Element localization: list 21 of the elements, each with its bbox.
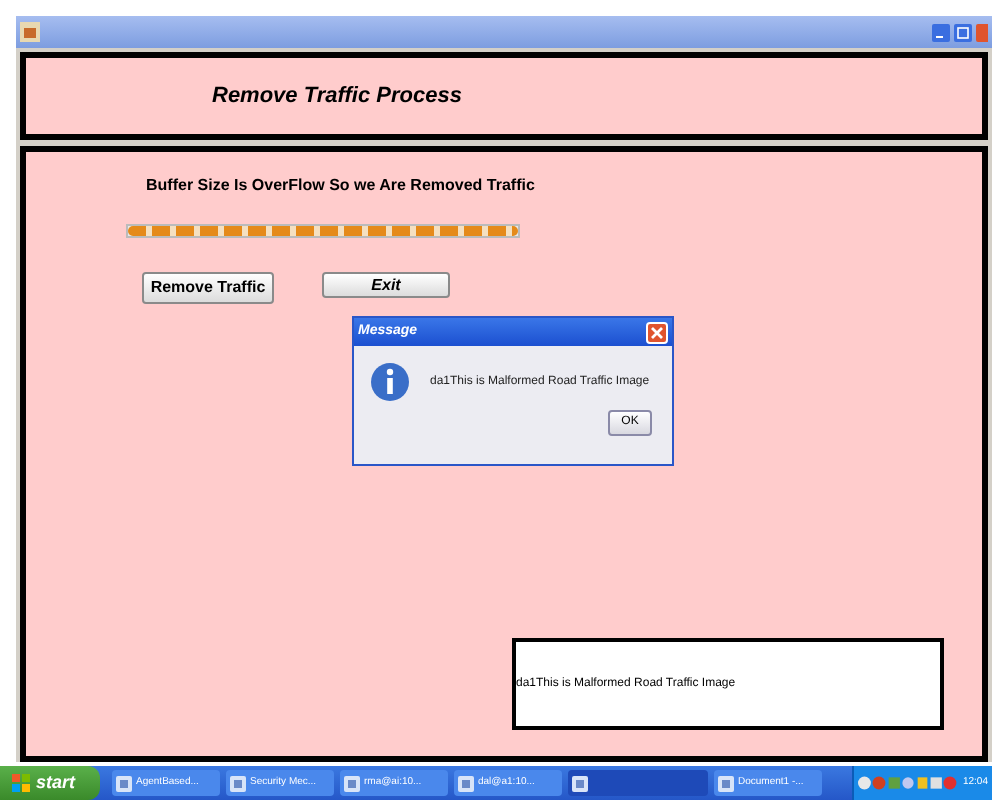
taskbar-button[interactable] [568,770,708,796]
app-icon [718,775,734,791]
app-icon [230,775,246,791]
windows-logo-icon [12,774,30,792]
exit-button[interactable]: Exit [322,272,450,298]
app-icon [344,775,360,791]
app-icon [458,775,474,791]
maximize-icon [956,25,970,39]
minimize-button[interactable] [932,23,950,41]
app-icon [20,22,40,42]
app-icon [572,775,588,791]
header-title: Remove Traffic Process [212,81,462,112]
start-button[interactable]: start [0,766,100,800]
dialog-close-button[interactable] [646,321,668,343]
info-icon [370,362,410,402]
status-message: Buffer Size Is OverFlow So we Are Removed Traffic [146,174,535,198]
app-icon [116,775,132,791]
tray-icons-drawing [858,774,959,792]
remove-traffic-button[interactable]: Remove Traffic [142,272,274,304]
maximize-button[interactable] [954,23,972,41]
close-icon [650,325,664,339]
